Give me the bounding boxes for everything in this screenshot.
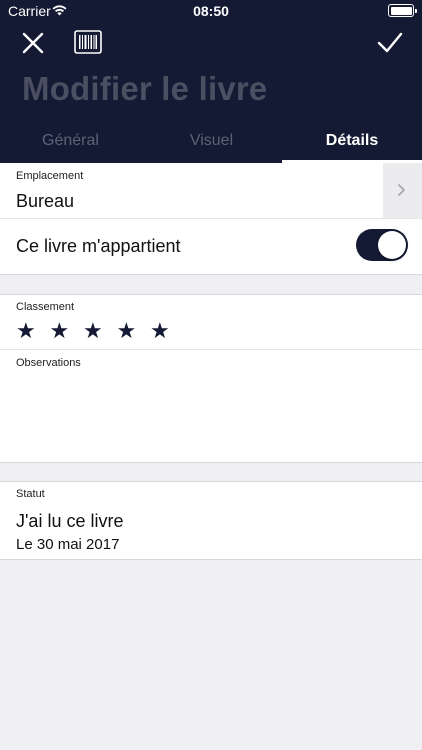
toggle-knob [378, 231, 406, 259]
star-icon[interactable]: ★ [16, 319, 50, 343]
status-label: Statut [16, 488, 45, 500]
clock: 08:50 [193, 3, 229, 19]
close-icon[interactable] [18, 30, 48, 56]
ownership-toggle[interactable] [356, 229, 408, 261]
location-disclosure[interactable] [383, 163, 422, 218]
star-rating: ★ ★ ★ ★ ★ [16, 319, 184, 343]
rating-section: Classement ★ ★ ★ ★ ★ Observations [0, 294, 422, 463]
star-icon[interactable]: ★ [50, 319, 84, 343]
ownership-label: Ce livre m'appartient [16, 236, 181, 256]
location-value: Bureau [16, 191, 75, 211]
star-icon[interactable]: ★ [117, 319, 151, 343]
observations-label: Observations [16, 357, 81, 369]
navigation-header: Carrier 08:50 Modifier le livre Général … [0, 0, 422, 163]
star-icon[interactable]: ★ [150, 319, 184, 343]
star-icon[interactable]: ★ [83, 319, 117, 343]
location-section: Emplacement Bureau Ce livre m'appartient [0, 163, 422, 275]
page-title: Modifier le livre [22, 70, 268, 107]
tab-bar: Général Visuel Détails [0, 124, 422, 163]
rating-row: Classement ★ ★ ★ ★ ★ [0, 295, 422, 350]
checkmark-icon[interactable] [376, 30, 404, 56]
battery-icon [388, 4, 417, 17]
tab-general[interactable]: Général [0, 124, 141, 163]
status-section: Statut J'ai lu ce livre Le 30 mai 2017 [0, 481, 422, 560]
tab-visual[interactable]: Visuel [141, 124, 282, 163]
location-row[interactable]: Emplacement Bureau [0, 163, 422, 219]
chevron-right-icon [398, 184, 405, 196]
barcode-icon[interactable] [74, 30, 102, 54]
status-bar: Carrier 08:50 [0, 0, 422, 22]
location-label: Emplacement [16, 170, 84, 182]
status-value: J'ai lu ce livre [16, 511, 124, 531]
observations-field[interactable]: Observations [0, 350, 422, 462]
tab-details[interactable]: Détails [282, 124, 422, 163]
status-row[interactable]: Statut J'ai lu ce livre Le 30 mai 2017 [0, 482, 422, 559]
rating-label: Classement [16, 301, 75, 313]
ownership-row: Ce livre m'appartient [0, 219, 422, 274]
status-date: Le 30 mai 2017 [16, 536, 120, 553]
